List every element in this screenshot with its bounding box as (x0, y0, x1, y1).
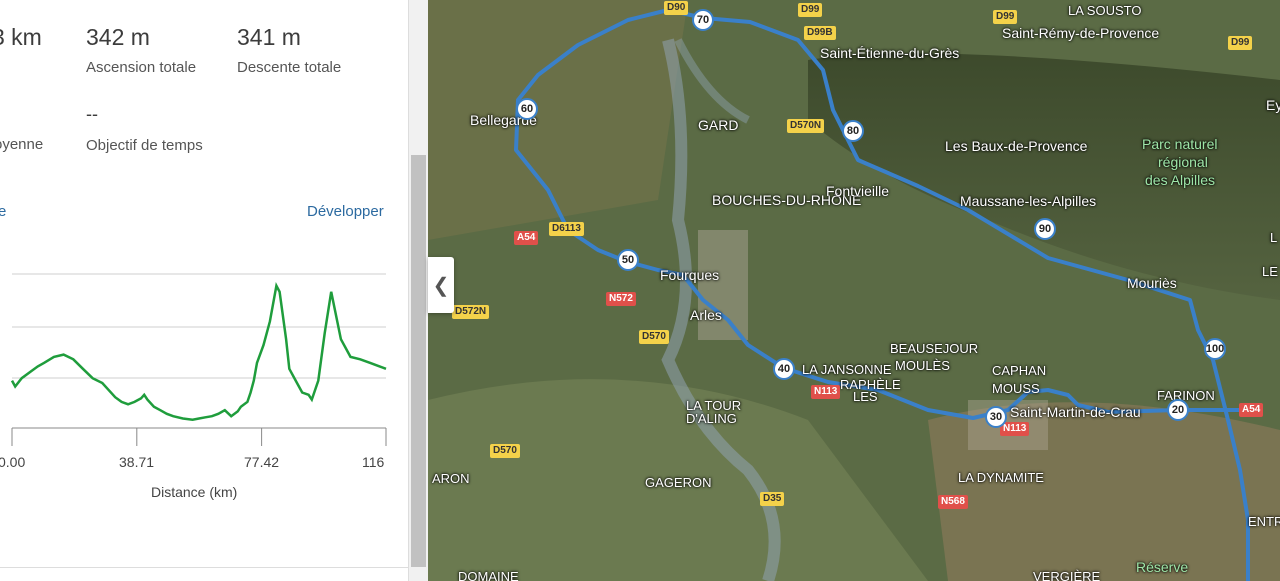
distance-marker[interactable]: 50 (617, 249, 639, 271)
road-shield: D570N (787, 119, 825, 133)
road-shield: D99 (1228, 36, 1253, 50)
distance-stat: 3 km (0, 24, 42, 51)
map-place-label: Parc naturel (1142, 136, 1218, 152)
map-place-label: des Alpilles (1145, 172, 1216, 188)
map-place-label: Saint-Martin-de-Crau (1010, 404, 1141, 420)
distance-marker[interactable]: 100 (1204, 338, 1226, 360)
ascent-value: 342 m (86, 24, 150, 50)
map-place-label: GAGERON (645, 475, 712, 490)
road-shield: D99 (993, 10, 1018, 24)
map-place-label: Mouriès (1127, 275, 1177, 291)
road-shield: N113 (811, 385, 841, 399)
distance-marker[interactable]: 60 (516, 98, 538, 120)
elevation-profile-chart (10, 273, 387, 446)
chevron-left-icon: ❮ (432, 274, 450, 297)
distance-marker[interactable]: 30 (985, 406, 1007, 428)
road-shield: D35 (760, 492, 785, 506)
map-place-label: Fourques (660, 267, 720, 283)
road-shield: D6113 (549, 222, 584, 236)
time-goal-value: -- (86, 104, 98, 124)
descent-value: 341 m (237, 24, 301, 50)
map-place-label: ARON (432, 471, 470, 486)
x-tick-label: 38.71 (119, 454, 155, 470)
road-shield: D570 (639, 330, 669, 344)
x-axis-label: Distance (km) (151, 484, 238, 500)
map-place-label: CAPHAN (992, 363, 1047, 378)
road-shield: D90 (664, 1, 689, 15)
road-shield: D99 (798, 3, 823, 17)
scrollbar-thumb[interactable] (411, 155, 426, 567)
panel-divider (0, 567, 408, 568)
map-place-label: LE TRE (1262, 264, 1280, 279)
ascent-label: Ascension totale (86, 59, 197, 76)
map-place-label: Fontvieille (826, 183, 890, 199)
map-place-label: LA SOUSTO (1068, 3, 1142, 18)
map-place-label: FARINON (1157, 388, 1215, 403)
panel-scrollbar[interactable] (408, 0, 429, 581)
descent-label: Descente totale (237, 59, 342, 76)
speed-label: oyenne (0, 136, 44, 153)
map-place-label: Réserve (1136, 559, 1189, 575)
elevation-line (10, 282, 387, 421)
distance-value: 3 km (0, 24, 42, 50)
map-place-label: Arles (690, 307, 722, 323)
speed-stat: oyenne (0, 112, 43, 153)
map-place-label: GARD (698, 117, 739, 133)
map-place-label: Saint-Étienne-du-Grès (820, 45, 960, 61)
map-view[interactable]: LA SOUSTO Saint-Rémy-de-Provence Saint-Éti… (428, 0, 1280, 581)
descent-stat: 341 m Descente totale (237, 24, 341, 76)
map-place-label: VERGIÈRE (1033, 569, 1101, 581)
map-place-label: MOULÈS (895, 358, 950, 373)
distance-marker[interactable]: 40 (773, 358, 795, 380)
map-place-label: Maussane-les-Alpilles (960, 193, 1097, 209)
map-place-label: MOUSS (992, 381, 1040, 396)
distance-marker[interactable]: 20 (1167, 399, 1189, 421)
time-goal-stat: -- Objectif de temps (86, 104, 203, 154)
chart-gridlines (12, 273, 386, 379)
road-shield: D572N (452, 305, 490, 319)
road-shield: A54 (1239, 403, 1264, 417)
ascent-stat: 342 m Ascension totale (86, 24, 196, 76)
map-place-label: régional (1158, 154, 1208, 170)
map-place-label: LA DYNAMITE (958, 470, 1044, 485)
road-shield: D570 (490, 444, 520, 458)
profile-section-label: e (0, 203, 7, 220)
time-goal-label: Objectif de temps (86, 137, 203, 154)
x-tick-label: 77.42 (244, 454, 280, 470)
road-shield: A54 (514, 231, 539, 245)
map-place-label: L (1270, 230, 1278, 245)
map-place-label: Les Baux-de-Provence (945, 138, 1088, 154)
map-place-label: BEAUSEJOUR (890, 341, 979, 356)
map-place-label: LES (853, 389, 878, 404)
distance-marker[interactable]: 90 (1034, 218, 1056, 240)
route-details-panel: 3 km 342 m Ascension totale 341 m Descen… (0, 0, 408, 581)
map-place-label: Saint-Rémy-de-Provence (1002, 25, 1160, 41)
distance-marker[interactable]: 80 (842, 120, 864, 142)
distance-marker[interactable]: 70 (692, 9, 714, 31)
road-shield: N568 (938, 495, 968, 509)
map-place-label: DOMAINE (458, 569, 519, 581)
x-tick-label: 0.00 (0, 454, 26, 470)
chart-x-axis (11, 427, 387, 446)
expand-link[interactable]: Développer (307, 203, 384, 220)
road-shield: N572 (606, 292, 636, 306)
x-tick-label: 116 (362, 454, 385, 470)
collapse-panel-button[interactable]: ❮ (428, 257, 454, 313)
map-place-label: ENTR (1248, 514, 1280, 529)
map-place-label: D'ALING (686, 411, 737, 426)
map-place-label: Ey (1266, 97, 1280, 113)
road-shield: D99B (804, 26, 836, 40)
map-place-label: LA JANSONNE (802, 362, 892, 377)
